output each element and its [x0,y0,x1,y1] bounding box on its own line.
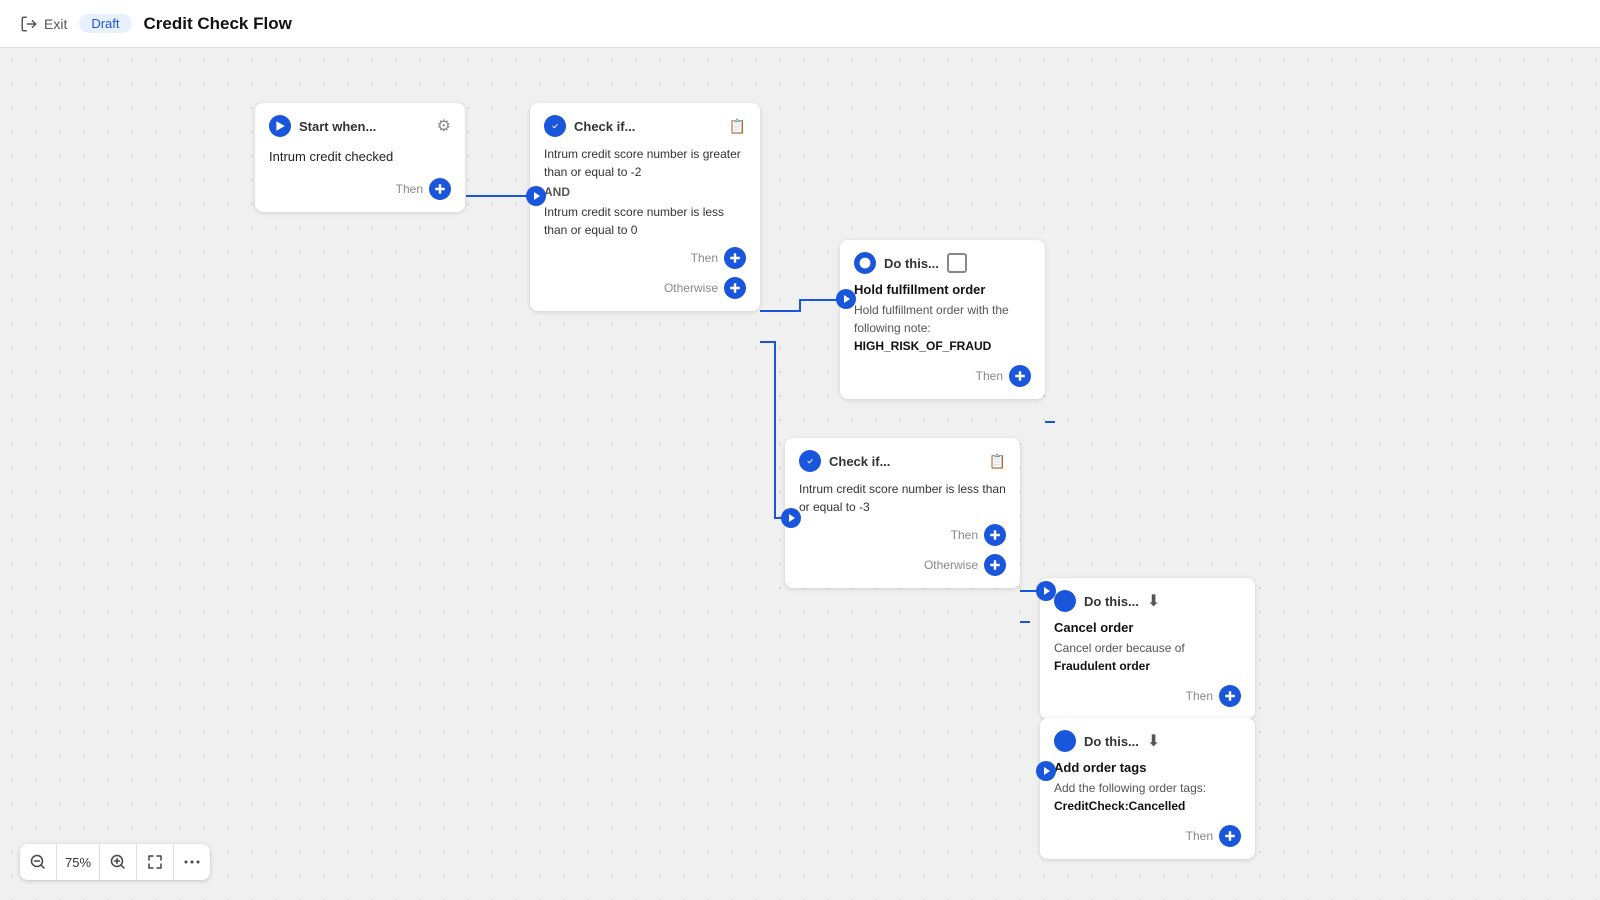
check2-otherwise-label: Otherwise [924,558,978,572]
start-then-label: Then [396,182,423,196]
check2-otherwise-add-button[interactable] [984,554,1006,576]
check-node-1: Check if... 📋 Intrum credit score number… [530,103,760,311]
page-title: Credit Check Flow [144,14,292,34]
more-options-button[interactable] [174,844,210,880]
connector-start-check1 [526,186,546,206]
flow-canvas: Start when... ⚙ Intrum credit checked Th… [0,48,1600,900]
hold-icon [854,252,876,274]
check1-label: Check if... [574,119,635,134]
start-settings-icon[interactable]: ⚙ [437,116,451,136]
check1-then-label: Then [691,251,718,265]
hold-label: Do this... [884,256,939,271]
check1-then-add-button[interactable] [724,247,746,269]
tags-desc: Add the following order tags: CreditChec… [1054,779,1241,815]
tags-label: Do this... [1084,734,1139,749]
cancel-desc: Cancel order because of Fraudulent order [1054,639,1241,675]
connector-check1-check2 [781,508,801,528]
check2-label: Check if... [829,454,890,469]
hold-then-add-button[interactable] [1009,365,1031,387]
zoom-controls: 75% [20,844,210,880]
check2-settings-icon[interactable]: 📋 [989,453,1006,470]
check1-otherwise-add-button[interactable] [724,277,746,299]
zoom-value: 75% [56,844,100,880]
check1-icon [544,115,566,137]
start-node: Start when... ⚙ Intrum credit checked Th… [255,103,465,212]
header: Exit Draft Credit Check Flow [0,0,1600,48]
connector-check1-hold [836,289,856,309]
check2-then-add-button[interactable] [984,524,1006,546]
tags-icon [1054,730,1076,752]
check2-then-label: Then [951,528,978,542]
check1-settings-icon[interactable]: 📋 [729,118,746,135]
cancel-title: Cancel order [1054,620,1241,635]
do-node-cancel: Do this... ⬇ Cancel order Cancel order b… [1040,578,1255,719]
start-label: Start when... [299,119,376,134]
start-icon [269,115,291,137]
zoom-in-button[interactable] [100,844,136,880]
tags-then-add-button[interactable] [1219,825,1241,847]
exit-button[interactable]: Exit [20,15,67,33]
exit-label: Exit [44,16,67,32]
check1-and: AND [544,185,746,199]
tags-action-icon: ⬇ [1147,731,1160,751]
do-node-tags: Do this... ⬇ Add order tags Add the foll… [1040,718,1255,859]
start-add-button[interactable] [429,178,451,200]
check1-otherwise-label: Otherwise [664,281,718,295]
zoom-fit-button[interactable] [137,844,173,880]
check2-icon [799,450,821,472]
check2-condition: Intrum credit score number is less than … [799,480,1006,516]
connector-check2-cancel [1036,581,1056,601]
cancel-icon [1054,590,1076,612]
hold-then-label: Then [976,369,1003,383]
tags-title: Add order tags [1054,760,1241,775]
cancel-action-icon: ⬇ [1147,591,1160,611]
zoom-out-button[interactable] [20,844,56,880]
check-node-2: Check if... 📋 Intrum credit score number… [785,438,1020,588]
connector-cancel-tags [1036,761,1056,781]
tags-then-label: Then [1186,829,1213,843]
cancel-then-add-button[interactable] [1219,685,1241,707]
check1-condition1: Intrum credit score number is greater th… [544,145,746,181]
hold-title: Hold fulfillment order [854,282,1031,297]
check1-condition2: Intrum credit score number is less than … [544,203,746,239]
hold-action-icon [947,253,967,273]
cancel-then-label: Then [1186,689,1213,703]
cancel-label: Do this... [1084,594,1139,609]
do-node-hold: Do this... Hold fulfillment order Hold f… [840,240,1045,399]
draft-badge: Draft [79,14,131,33]
start-content: Intrum credit checked [269,145,451,168]
hold-desc: Hold fulfillment order with the followin… [854,301,1031,355]
